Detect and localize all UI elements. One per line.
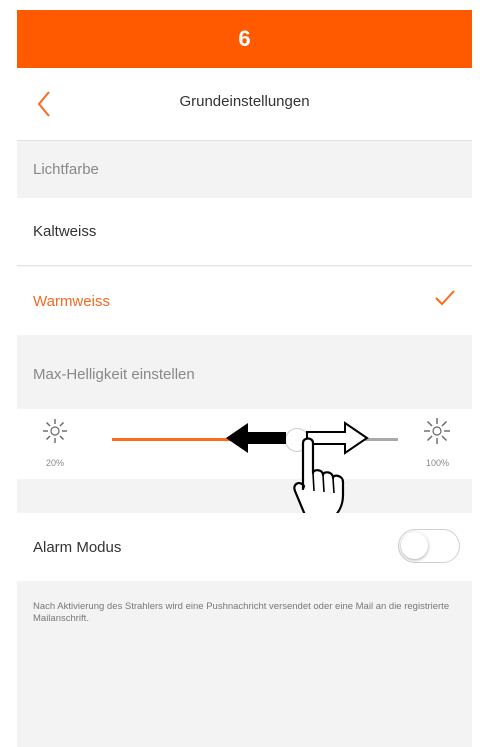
alarm-mode-label: Alarm Modus — [33, 538, 122, 556]
page-title: Grundeinstellungen — [179, 93, 310, 110]
sun-dim-icon — [43, 419, 67, 443]
brightness-max-label: 100% — [426, 458, 450, 468]
color-option-kaltweiss[interactable]: Kaltweiss — [17, 198, 472, 266]
checkmark-icon — [435, 290, 455, 306]
navigation-bar: Grundeinstellungen — [17, 68, 472, 141]
color-option-label: Kaltweiss — [33, 223, 97, 240]
alarm-mode-toggle[interactable] — [398, 529, 460, 563]
info-text: Nach Aktivierung des Strahlers wird eine… — [33, 601, 450, 624]
arrow-left-icon — [226, 423, 286, 453]
brightness-slider-panel: 20% 100% — [17, 409, 472, 526]
section-header-brightness: Max-Helligkeit einstellen — [33, 365, 195, 383]
step-number: 6 — [238, 26, 251, 51]
alarm-mode-row: Alarm Modus — [17, 513, 472, 581]
sun-bright-icon — [424, 418, 450, 444]
brightness-min-label: 20% — [46, 458, 65, 468]
color-option-warmweiss[interactable]: Warmweiss — [17, 267, 472, 335]
slider-track-filled — [112, 438, 232, 441]
step-number-banner: 6 — [17, 10, 472, 68]
app-screen: 6 Grundeinstellungen Lichtfarbe Kaltweis… — [17, 10, 472, 747]
section-header-light-color: Lichtfarbe — [33, 160, 99, 178]
toggle-knob — [401, 532, 428, 559]
color-option-label: Warmweiss — [33, 292, 110, 310]
